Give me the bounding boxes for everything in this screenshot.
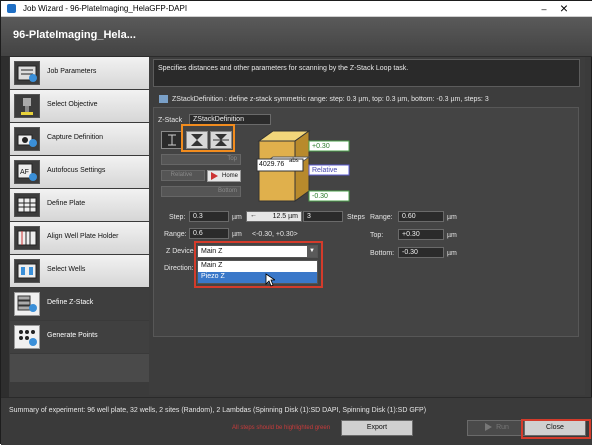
cube-abs-value: 4029.76 <box>259 161 285 168</box>
svg-text:AF: AF <box>20 169 29 176</box>
zstack-summary: ZStackDefinition : define z-stack symmet… <box>159 95 489 103</box>
sidebar-item-label: Define Z-Stack <box>47 299 94 306</box>
export-button[interactable]: Export <box>341 420 413 436</box>
right-range-unit: µm <box>447 214 457 221</box>
sidebar-item-label: Align Well Plate Holder <box>47 233 119 240</box>
right-range-label: Range: <box>370 214 393 221</box>
bottom-button[interactable]: Bottom <box>161 186 241 197</box>
home-button-label: Home <box>222 173 239 179</box>
sidebar-item-select-objective[interactable]: Select Objective <box>10 90 149 123</box>
bottom-field[interactable]: -0.30 <box>398 247 444 258</box>
step-content: Specifies distances and other parameters… <box>149 57 585 395</box>
sidebar-item-label: Select Objective <box>47 101 98 108</box>
steps-label: Steps <box>347 214 365 221</box>
sidebar-item-generate-points[interactable]: Generate Points <box>10 321 149 354</box>
wells-icon <box>14 259 40 283</box>
job-wizard-window: Job Wizard - 96-PlateImaging_HelaGFP-DAP… <box>0 0 592 445</box>
sidebar-item-capture-definition[interactable]: Capture Definition <box>10 123 149 156</box>
relative-button[interactable]: Relative <box>161 170 205 181</box>
minimize-icon[interactable]: – <box>537 3 551 15</box>
left-strip <box>1 57 9 397</box>
camera-gear-icon <box>14 127 40 151</box>
top-unit: µm <box>447 232 457 239</box>
cube-bottom-value: -0.30 <box>312 193 328 200</box>
validation-warning: All steps should be highlighted green <box>232 425 331 431</box>
points-icon <box>14 325 40 349</box>
run-button[interactable]: Run <box>467 420 527 436</box>
zdevice-label: Z Device: <box>166 248 196 255</box>
close-highlight-frame <box>521 419 591 439</box>
top-field[interactable]: +0.30 <box>398 229 444 240</box>
experiment-title: 96-PlateImaging_Hela... <box>13 29 136 41</box>
sidebar-item-define-z-stack[interactable]: Define Z-Stack <box>10 288 149 321</box>
run-button-label: Run <box>496 424 509 431</box>
zdevice-option-piezo-z[interactable]: Piezo Z <box>198 272 317 283</box>
home-button[interactable]: Home <box>207 170 241 182</box>
right-range-field[interactable]: 0.60 <box>398 211 444 222</box>
bottom-unit: µm <box>447 250 457 257</box>
zdevice-selected: Main Z <box>201 248 223 255</box>
zstack-icon <box>14 292 40 316</box>
sidebar-item-label: Capture Definition <box>47 134 104 141</box>
wizard-header: 96-PlateImaging_Hela... <box>1 17 592 57</box>
sidebar-item-label: Select Wells <box>47 266 86 273</box>
wizard-step-list: Job Parameters Select Objective Capture … <box>10 57 149 382</box>
job-parameters-icon <box>14 61 40 85</box>
step-size-display: ← 12.5 µm <box>246 211 302 222</box>
steps-field[interactable]: 3 <box>303 211 343 222</box>
sidebar-item-job-parameters[interactable]: Job Parameters <box>10 57 149 90</box>
mouse-cursor-icon <box>265 273 275 287</box>
app-icon <box>7 4 16 13</box>
zdevice-select[interactable]: Main Z ▼ <box>197 245 318 258</box>
step-label: Step: <box>169 214 186 221</box>
experiment-summary: Summary of experiment: 96 well plate, 32… <box>9 407 427 414</box>
home-arrow-icon <box>211 172 218 180</box>
range-mode-button[interactable] <box>161 131 183 149</box>
top-button[interactable]: Top <box>161 154 241 165</box>
chevron-down-icon[interactable]: ▼ <box>307 246 317 257</box>
plate-icon <box>14 193 40 217</box>
sidebar-item-label: Job Parameters <box>47 68 97 75</box>
sidebar-item-define-plate[interactable]: Define Plate <box>10 189 149 222</box>
range-label: Range: <box>164 231 187 238</box>
sidebar-item-label: Generate Points <box>47 332 98 339</box>
mode-highlight-frame <box>181 124 235 152</box>
objective-icon <box>14 94 40 118</box>
sidebar-item-label: Autofocus Settings <box>47 167 106 174</box>
range-unit: µm <box>232 231 242 238</box>
zstack-small-icon <box>159 95 168 103</box>
top-label: Top: <box>370 232 384 239</box>
zstack-label: Z-Stack <box>158 117 183 124</box>
footer: Summary of experiment: 96 well plate, 32… <box>1 397 592 445</box>
cube-abs-suffix: abs <box>289 158 299 164</box>
sidebar-item-select-wells[interactable]: Select Wells <box>10 255 149 288</box>
zdevice-options-list: Main Z Piezo Z <box>197 260 318 284</box>
step-size-text: 12.5 µm <box>272 213 298 220</box>
zstack-summary-text: ZStackDefinition : define z-stack symmet… <box>172 95 489 103</box>
range-field[interactable]: 0.6 <box>189 228 229 239</box>
sidebar-item-label: Define Plate <box>47 200 86 207</box>
title-bar: Job Wizard - 96-PlateImaging_HelaGFP-DAP… <box>1 1 592 17</box>
cube-relative-label: Relative <box>312 167 338 174</box>
align-plate-icon <box>14 226 40 250</box>
step-unit: µm <box>232 214 242 221</box>
step-field[interactable]: 0.3 <box>189 211 229 222</box>
cube-top-value: +0.30 <box>312 143 330 150</box>
play-icon <box>485 423 493 432</box>
zdevice-option-main-z[interactable]: Main Z <box>198 261 317 272</box>
window-title: Job Wizard - 96-PlateImaging_HelaGFP-DAP… <box>23 4 188 13</box>
bottom-label: Bottom: <box>370 250 395 257</box>
sidebar-item-align-well-plate-holder[interactable]: Align Well Plate Holder <box>10 222 149 255</box>
step-description: Specifies distances and other parameters… <box>153 59 580 87</box>
close-window-icon[interactable]: × <box>557 1 571 15</box>
range-bounds: <-0.30, +0.30> <box>252 231 298 238</box>
direction-label: Direction: <box>164 265 194 272</box>
sidebar-item-autofocus-settings[interactable]: AF Autofocus Settings <box>10 156 149 189</box>
left-arrow-icon[interactable]: ← <box>250 212 257 220</box>
autofocus-icon: AF <box>14 160 40 184</box>
